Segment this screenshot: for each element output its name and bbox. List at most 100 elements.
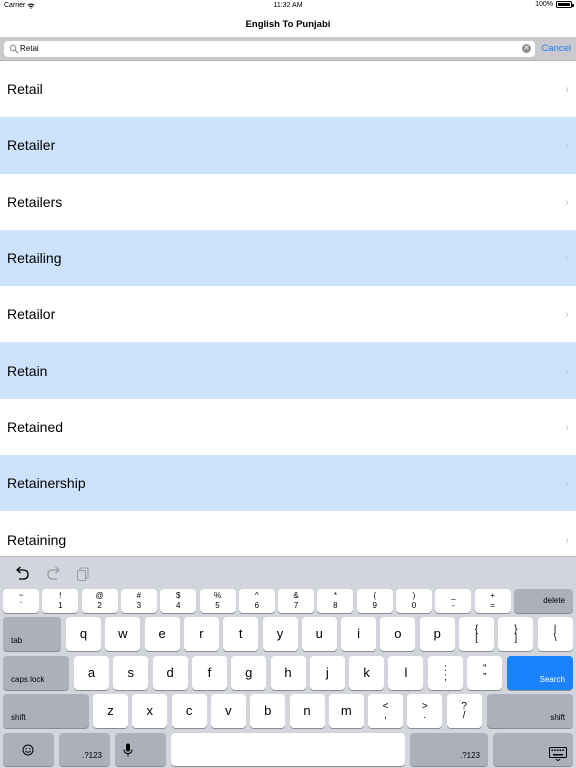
key-8[interactable]: * 8 <box>317 589 354 613</box>
key-/[interactable]: ? / <box>446 694 482 728</box>
list-item[interactable]: Retailer › <box>0 117 576 174</box>
search-key[interactable]: Search <box>507 656 573 690</box>
key-5[interactable]: % 5 <box>199 589 236 613</box>
key-n[interactable]: n <box>289 694 325 728</box>
key-label: c <box>185 703 193 718</box>
shift-right-key[interactable]: shift <box>487 694 573 728</box>
key-u[interactable]: u <box>301 617 337 651</box>
list-item-label: Retailer <box>7 137 56 154</box>
key-1[interactable]: ! 1 <box>42 589 79 613</box>
list-item[interactable]: Retailing › <box>0 229 576 287</box>
key-punct[interactable]: “” <box>467 656 503 690</box>
list-item-label: Retailing <box>7 250 62 267</box>
key-t[interactable]: t <box>223 617 259 651</box>
list-item[interactable]: Retain › <box>0 342 576 399</box>
clear-search-icon[interactable]: ✕ <box>522 44 531 53</box>
key-b[interactable]: b <box>250 694 286 728</box>
delete-key[interactable]: delete <box>514 589 573 613</box>
numbers-key-right[interactable]: .?123 <box>410 733 488 766</box>
key-x[interactable]: x <box>132 694 168 728</box>
key-label: 4 <box>175 601 181 610</box>
key-d[interactable]: d <box>152 656 188 690</box>
key-m[interactable]: m <box>328 694 364 728</box>
key-][interactable]: }] <box>498 617 534 651</box>
status-bar: Carrier 11:32 AM 100% <box>0 0 576 12</box>
results-list: Retail › Retailer › Retailers › Retailing › … <box>0 61 576 556</box>
list-item[interactable]: Retaining › <box>0 511 576 556</box>
key-r[interactable]: r <box>183 617 219 651</box>
key-a[interactable]: a <box>74 656 109 690</box>
space-bar[interactable] <box>171 733 405 766</box>
key-label: \ <box>553 633 557 644</box>
key-.[interactable]: >. <box>407 694 443 728</box>
key-shift-label: ~ <box>18 591 24 600</box>
key-j[interactable]: j <box>309 656 345 690</box>
list-item-label: Retained <box>7 418 64 435</box>
key-f[interactable]: f <box>191 656 227 690</box>
key-[[interactable]: {[ <box>459 617 494 651</box>
chevron-right-icon: › <box>565 251 569 266</box>
undo-icon[interactable] <box>14 565 32 581</box>
key-label: 0 <box>411 601 417 610</box>
key-s[interactable]: s <box>113 656 149 690</box>
key-`[interactable]: ~ ` <box>3 589 39 613</box>
key-2[interactable]: @2 <box>81 589 118 613</box>
key-punct[interactable]: :; <box>428 656 463 690</box>
shift-left-key[interactable]: shift <box>3 694 89 728</box>
key-label: l <box>404 665 408 680</box>
paste-icon[interactable] <box>74 565 92 581</box>
key-e[interactable]: e <box>144 617 180 651</box>
chevron-right-icon: › <box>565 363 569 378</box>
key-label: 6 <box>254 601 260 610</box>
list-item[interactable]: Retailers › <box>0 174 576 230</box>
key-g[interactable]: g <box>231 656 267 690</box>
key-label: delete <box>543 596 565 605</box>
list-item[interactable]: Retailor › <box>0 286 576 342</box>
key-label: s <box>127 665 135 680</box>
list-item[interactable]: Retail › <box>0 61 576 117</box>
dictation-key[interactable] <box>115 733 166 766</box>
key-o[interactable]: o <box>380 617 416 651</box>
key-c[interactable]: c <box>171 694 207 728</box>
key-q[interactable]: q <box>66 617 101 651</box>
key-label: d <box>166 665 174 680</box>
search-bar: Retai ✕ Cancel <box>0 37 576 61</box>
key-w[interactable]: w <box>105 617 141 651</box>
key-=[interactable]: + = <box>474 589 511 613</box>
hide-keyboard-key[interactable] <box>493 733 573 766</box>
tab-key[interactable]: tab <box>3 617 61 651</box>
key-i[interactable]: i <box>341 617 377 651</box>
key-k[interactable]: k <box>349 656 385 690</box>
search-input[interactable]: Retai ✕ <box>4 41 535 57</box>
cancel-button[interactable]: Cancel <box>541 41 571 57</box>
key-y[interactable]: y <box>262 617 298 651</box>
key--[interactable]: _ - <box>435 589 472 613</box>
emoji-key[interactable] <box>3 733 54 766</box>
key-9[interactable]: (9 <box>356 589 393 613</box>
key-label: shift <box>550 713 565 722</box>
key-z[interactable]: z <box>93 694 128 728</box>
keyboard: ~ `! 1 @2 #3 $4% 5 ^ 6 & 7 * 8(9) 0 _ - + = delete tab q w e r t… <box>0 556 576 768</box>
list-item[interactable]: Retained › <box>0 399 576 455</box>
key-7[interactable]: & 7 <box>278 589 315 613</box>
redo-icon[interactable] <box>44 565 62 581</box>
key-label: - <box>451 601 455 610</box>
key-,[interactable]: <, <box>368 694 403 728</box>
key-label: y <box>276 626 284 641</box>
list-item-label: Retailers <box>7 193 63 210</box>
key-label: z <box>107 703 114 718</box>
key-3[interactable]: #3 <box>120 589 157 613</box>
key-h[interactable]: h <box>270 656 306 690</box>
key-0[interactable]: ) 0 <box>396 589 432 613</box>
key-l[interactable]: l <box>388 656 424 690</box>
key-p[interactable]: p <box>419 617 455 651</box>
caps-lock-key[interactable]: caps lock <box>3 656 69 690</box>
key-v[interactable]: v <box>210 694 246 728</box>
chevron-right-icon: › <box>565 419 569 434</box>
list-item[interactable]: Retainership › <box>0 455 576 512</box>
key-\[interactable]: | \ <box>537 617 573 651</box>
key-4[interactable]: $4 <box>160 589 197 613</box>
key-6[interactable]: ^ 6 <box>238 589 275 613</box>
numbers-key-left[interactable]: .?123 <box>59 733 110 766</box>
key-label: .?123 <box>81 751 102 760</box>
